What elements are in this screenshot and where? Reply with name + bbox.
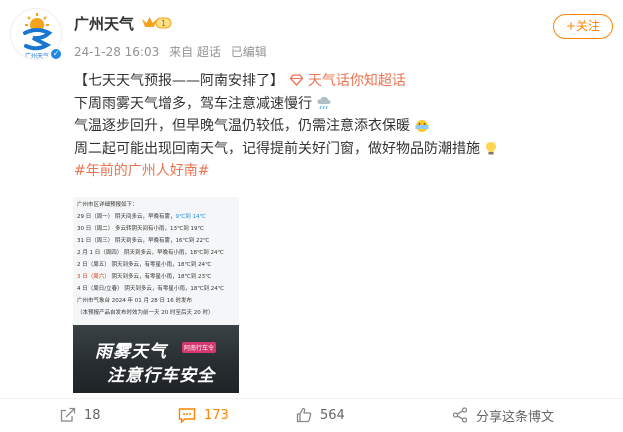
forecast-image[interactable]: 广州市区详细预报如下： 29 日（周一） 阴天间多云，早晚有雾，9℃到 14℃ … (73, 197, 239, 393)
share-label: 分享这条博文 (476, 409, 555, 425)
banner-line-2: 注意行车安全 (107, 366, 215, 386)
divider (0, 398, 623, 399)
bulletin-row: 30 日（周二） 多云转阴天间有小雨，13℃到 19℃ (77, 226, 204, 232)
post-title: 【七天天气预报——阿南安排了】 (74, 73, 284, 89)
post-line-3: 气温逐步回升，但早晚气温仍较低，仍需注意添衣保暖 (74, 118, 410, 134)
repost-button[interactable]: 18 (60, 405, 101, 425)
lightbulb-icon (486, 141, 497, 154)
post-line-2: 下周雨雾天气增多，驾车注意减速慢行 (74, 95, 312, 112)
banner-line-1: 雨雾天气 (95, 342, 167, 362)
share-icon (452, 407, 468, 423)
username[interactable]: 广州天气 (74, 13, 134, 34)
bulletin-heading: 广州市区详细预报如下： (77, 202, 138, 208)
svg-text:1: 1 (161, 19, 166, 28)
rain-cloud-icon (317, 96, 332, 109)
comment-icon (178, 408, 196, 423)
bulletin-issuer: 广州市气象台 2024 年 01 月 28 日 16 时发布 (77, 298, 192, 304)
verified-badge-icon: ✓ (49, 47, 63, 61)
bulletin-row: 2 月 1 日（周四） 阴天到多云，早晚有小雨，18℃到 24℃ (77, 250, 224, 256)
banner-tag: 阿南行车令 (182, 342, 217, 353)
bulletin-row: 2 日（周五） 阴天到多云，有零星小雨，18℃到 24℃ (77, 262, 212, 268)
bulletin-row: 3 日（周六） 阴天到多云，有零星小雨，18℃到 23℃ (77, 274, 212, 280)
vip-crown-icon[interactable]: 1 (140, 15, 172, 31)
thumbs-up-icon (296, 407, 312, 423)
post-content: 【七天天气预报——阿南安排了】 天气话你知超话 下周雨雾天气增多，驾车注意减速慢… (74, 70, 604, 183)
bulletin-note: （本预报产品自发布时效为前一天 20 时至后天 20 时） (77, 310, 214, 316)
supertopic-link[interactable]: 天气话你知超话 (308, 73, 406, 89)
share-button[interactable]: 分享这条博文 (452, 405, 554, 425)
cold-face-emoji-icon (415, 120, 429, 132)
comment-button[interactable]: 173 (178, 405, 229, 425)
safety-banner: 雨雾天气 阿南行车令 注意行车安全 (73, 325, 239, 393)
follow-button[interactable]: +关注 (553, 14, 613, 39)
bulletin-row: 31 日（周三） 阴天到多云，早晚有雾，16℃到 22℃ (77, 238, 210, 244)
hashtag-link[interactable]: #年前的广州人好南# (74, 163, 209, 179)
edited-label[interactable]: 已编辑 (231, 45, 267, 59)
repost-count: 18 (84, 407, 101, 423)
bulletin-row: 29 日（周一） 阴天间多云，早晚有雾，9℃到 14℃ (77, 214, 206, 220)
repost-icon (60, 407, 76, 422)
like-count: 564 (320, 407, 345, 423)
timestamp[interactable]: 24-1-28 16:03 (74, 45, 159, 59)
post-source[interactable]: 来自 超话 (169, 45, 221, 59)
like-button[interactable]: 564 (296, 405, 345, 425)
svg-text:广州天气: 广州天气 (25, 52, 49, 60)
post-line-4: 周二起可能出现回南天气，记得提前关好门窗，做好物品防潮措施 (74, 140, 480, 157)
comment-count: 173 (204, 407, 229, 423)
post-meta: 24-1-28 16:03 来自 超话 已编辑 (74, 43, 273, 60)
bulletin-row: 4 日（周日/立春） 阴天到多云，有零星小雨，18℃到 24℃ (77, 286, 224, 292)
diamond-icon (290, 74, 304, 86)
